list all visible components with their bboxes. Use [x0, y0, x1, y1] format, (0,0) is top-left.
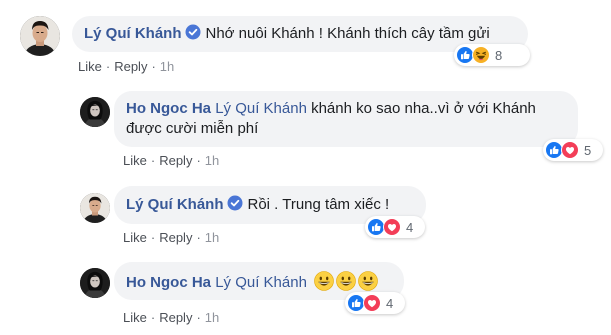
timestamp[interactable]: 1h: [205, 153, 219, 168]
grinning-face-icon: [336, 271, 356, 291]
author-name[interactable]: Ho Ngoc Ha: [126, 100, 211, 117]
grinning-face-icon: [314, 271, 334, 291]
separator: ·: [196, 153, 201, 168]
avatar[interactable]: [80, 193, 110, 223]
reply-link[interactable]: Reply: [114, 59, 147, 74]
separator: ·: [150, 230, 156, 245]
reaction-count: 8: [495, 47, 503, 63]
reaction-summary[interactable]: 5: [543, 139, 603, 161]
avatar[interactable]: [20, 16, 60, 56]
avatar[interactable]: [80, 268, 110, 298]
timestamp[interactable]: 1h: [160, 59, 174, 74]
timestamp[interactable]: 1h: [205, 310, 219, 325]
comment-text: Nhớ nuôi Khánh ! Khánh thích cây tầm gửi: [205, 25, 490, 42]
verified-badge-icon: [185, 24, 201, 40]
reply-link[interactable]: Reply: [159, 230, 192, 245]
separator: ·: [196, 230, 201, 245]
mention-link[interactable]: Lý Quí Khánh: [215, 274, 307, 291]
love-icon: [383, 218, 401, 236]
author-name[interactable]: Lý Quí Khánh: [126, 196, 224, 213]
grinning-face-icon: [358, 271, 378, 291]
reaction-count: 4: [386, 295, 394, 311]
comment-text: được cười miễn phí: [126, 120, 259, 137]
timestamp[interactable]: 1h: [205, 230, 219, 245]
comment-actions: Like · Reply · 1h: [123, 230, 219, 245]
comment-text: Rồi . Trung tâm xiếc !: [247, 196, 390, 213]
reply-link[interactable]: Reply: [159, 310, 192, 325]
like-link[interactable]: Like: [123, 153, 147, 168]
reaction-count: 4: [406, 219, 414, 235]
love-icon: [561, 141, 579, 159]
author-name[interactable]: Lý Quí Khánh: [84, 25, 182, 42]
comment-text: khánh ko sao nha..vì ở với Khánh: [311, 100, 536, 117]
reaction-summary[interactable]: 4: [365, 216, 425, 238]
separator: ·: [151, 59, 156, 74]
reaction-summary[interactable]: 4: [345, 292, 405, 314]
verified-badge-icon: [227, 195, 243, 211]
comment-actions: Like · Reply · 1h: [123, 310, 219, 325]
love-icon: [363, 294, 381, 312]
reply-link[interactable]: Reply: [159, 153, 192, 168]
like-link[interactable]: Like: [78, 59, 102, 74]
separator: ·: [150, 310, 156, 325]
separator: ·: [196, 310, 201, 325]
comment-bubble: Ho Ngoc Ha Lý Quí Khánh khánh ko sao nha…: [114, 91, 578, 147]
separator: ·: [150, 153, 156, 168]
avatar[interactable]: [80, 97, 110, 127]
like-link[interactable]: Like: [123, 230, 147, 245]
comment-actions: Like · Reply · 1h: [123, 153, 219, 168]
like-link[interactable]: Like: [123, 310, 147, 325]
mention-link[interactable]: Lý Quí Khánh: [215, 100, 307, 117]
author-name[interactable]: Ho Ngoc Ha: [126, 274, 211, 291]
reaction-summary[interactable]: 8: [454, 44, 530, 66]
comment-actions: Like · Reply · 1h: [78, 59, 174, 74]
reaction-count: 5: [584, 142, 592, 158]
haha-icon: [472, 46, 490, 64]
separator: ·: [105, 59, 111, 74]
